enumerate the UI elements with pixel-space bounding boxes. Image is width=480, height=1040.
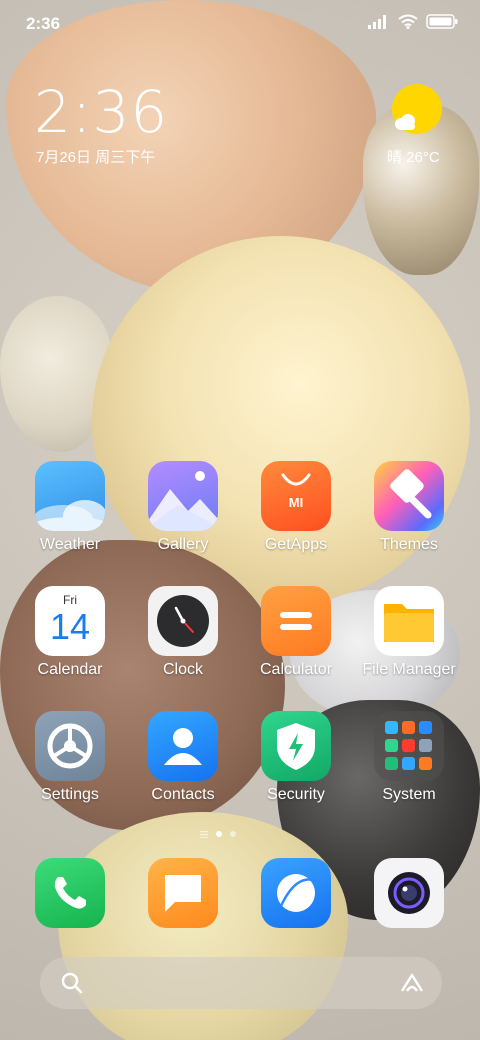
calendar-icon[interactable]: Fri 14 [35,586,105,656]
app-label: Clock [162,661,203,678]
status-bar-icons [368,14,458,29]
app-label: Security [267,786,325,803]
app-label: Calculator [259,661,333,678]
app-contacts[interactable]: Contacts [128,711,238,804]
app-label: Gallery [157,536,209,553]
app-system-folder[interactable]: System [354,711,464,804]
app-settings[interactable]: Settings [15,711,125,804]
weather-icon[interactable] [35,461,105,531]
gear-icon[interactable] [35,711,105,781]
app-label: Settings [41,786,99,803]
app-label: Calendar [37,661,103,678]
folder-icon[interactable] [374,586,444,656]
app-gallery[interactable]: Gallery [128,461,238,554]
clock-widget-date: 7月26日 周三下午 [36,149,156,166]
calendar-day-name: Fri [63,593,77,607]
contacts-icon[interactable] [148,711,218,781]
page-indicator[interactable] [200,830,236,838]
app-label: Weather [39,536,101,553]
clock-icon[interactable] [148,586,218,656]
search-bar[interactable] [40,957,442,1009]
wifi-icon [398,14,418,29]
weather-widget-text: 晴 26°C [387,149,440,166]
dock-phone[interactable] [15,858,125,928]
calendar-day-number: 14 [49,606,91,647]
browser-icon[interactable] [261,858,331,928]
page-dot[interactable] [230,831,236,837]
gallery-icon[interactable] [148,461,218,531]
camera-icon[interactable] [374,858,444,928]
app-label: Contacts [151,786,215,803]
app-calculator[interactable]: Calculator [241,586,351,679]
app-file-manager[interactable]: File Manager [354,586,464,679]
folder-grid-icon[interactable] [374,711,444,781]
cloud-icon [395,114,415,130]
status-bar-time: 2:36 [26,14,61,33]
app-calendar[interactable]: Fri 14 Calendar [15,586,125,679]
app-label: GetApps [264,536,328,553]
shield-icon[interactable] [261,711,331,781]
signal-icon [368,14,386,29]
app-themes[interactable]: Themes [354,461,464,554]
app-label: File Manager [362,661,456,678]
page-list-icon [200,831,208,838]
phone-icon[interactable] [35,858,105,928]
clock-widget-time[interactable]: 2:36 [34,78,168,146]
assistant-icon[interactable] [398,971,426,995]
themes-icon[interactable] [374,461,444,531]
search-icon[interactable] [60,971,84,995]
app-security[interactable]: Security [241,711,351,804]
home-screen: 2:36 2:36 7月26日 周三下午 晴 26°C Weather Gall… [0,0,480,1040]
app-clock[interactable]: Clock [128,586,238,679]
dock-browser[interactable] [241,858,351,928]
app-getapps[interactable]: MI GetApps [241,461,351,554]
page-dot-active[interactable] [216,831,222,837]
app-label: Themes [380,536,438,553]
getapps-icon[interactable]: MI [261,461,331,531]
getapps-mi-text: MI [288,495,304,510]
messages-icon[interactable] [148,858,218,928]
calculator-icon[interactable] [261,586,331,656]
battery-icon [426,14,458,29]
app-weather[interactable]: Weather [15,461,125,554]
app-label: System [382,786,436,803]
dock-messages[interactable] [128,858,238,928]
dock-camera[interactable] [354,858,464,928]
